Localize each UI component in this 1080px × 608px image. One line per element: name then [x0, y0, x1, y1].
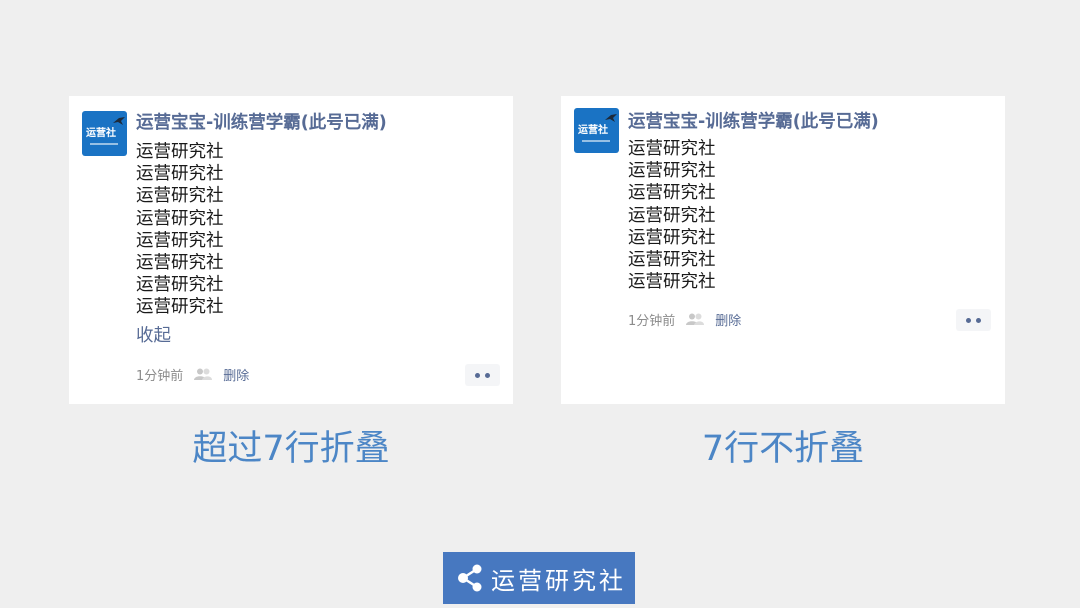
post-meta: 1分钟前 删除: [628, 309, 741, 329]
more-dots-icon: [475, 372, 480, 378]
post-line: 运营研究社: [628, 205, 716, 226]
avatar[interactable]: 运营社: [82, 111, 127, 156]
poster-name[interactable]: 运营宝宝-训练营学霸(此号已满): [136, 112, 387, 134]
more-dots-icon: [976, 317, 981, 323]
post-line: 运营研究社: [136, 230, 224, 251]
brand-name: 运营研究社: [491, 566, 626, 595]
more-button[interactable]: [956, 309, 991, 331]
more-dots-icon: [485, 372, 490, 378]
avatar-logo-text: 运营社: [86, 128, 116, 139]
avatar-logo-text: 运营社: [578, 125, 608, 136]
people-icon: [194, 368, 213, 380]
delete-link[interactable]: 删除: [223, 365, 249, 384]
share-icon: [458, 564, 482, 592]
post-time: 1分钟前: [136, 368, 184, 384]
post-content: 运营研究社 运营研究社 运营研究社 运营研究社 运营研究社 运营研究社 运营研究…: [136, 141, 224, 319]
poster-name[interactable]: 运营宝宝-训练营学霸(此号已满): [628, 111, 879, 133]
post-line: 运营研究社: [136, 186, 224, 207]
post-meta: 1分钟前 删除: [136, 364, 249, 384]
more-button[interactable]: [465, 364, 500, 386]
post-time: 1分钟前: [628, 313, 676, 329]
post-line: 运营研究社: [628, 272, 716, 293]
post-line: 运营研究社: [136, 142, 224, 162]
post-line: 运营研究社: [136, 164, 224, 185]
post-line: 运营研究社: [136, 208, 224, 229]
more-dots-icon: [966, 317, 971, 323]
collapse-link[interactable]: 收起: [136, 325, 171, 347]
caption-collapsed: 超过7行折叠: [192, 429, 390, 469]
post-line: 运营研究社: [628, 250, 716, 271]
bird-icon: [113, 117, 125, 125]
post-content: 运营研究社 运营研究社 运营研究社 运营研究社 运营研究社 运营研究社 运营研究…: [628, 138, 716, 293]
people-icon: [686, 313, 705, 325]
post-line: 运营研究社: [628, 161, 716, 182]
avatar-subline: [90, 143, 118, 145]
avatar-subline: [582, 140, 610, 142]
delete-link[interactable]: 删除: [715, 310, 741, 329]
post-line: 运营研究社: [136, 253, 224, 274]
post-line: 运营研究社: [628, 183, 716, 204]
post-line: 运营研究社: [628, 139, 716, 159]
avatar[interactable]: 运营社: [574, 108, 619, 153]
caption-not-collapsed: 7行不折叠: [701, 429, 865, 469]
post-line: 运营研究社: [136, 297, 224, 318]
post-line: 运营研究社: [136, 275, 224, 296]
moment-card-collapsed: 运营社 运营宝宝-训练营学霸(此号已满) 运营研究社 运营研究社 运营研究社 运…: [69, 96, 513, 404]
moment-card-expanded: 运营社 运营宝宝-训练营学霸(此号已满) 运营研究社 运营研究社 运营研究社 运…: [561, 96, 1005, 404]
brand-logo: 运营研究社: [443, 552, 635, 604]
bird-icon: [605, 114, 617, 122]
post-line: 运营研究社: [628, 227, 716, 248]
